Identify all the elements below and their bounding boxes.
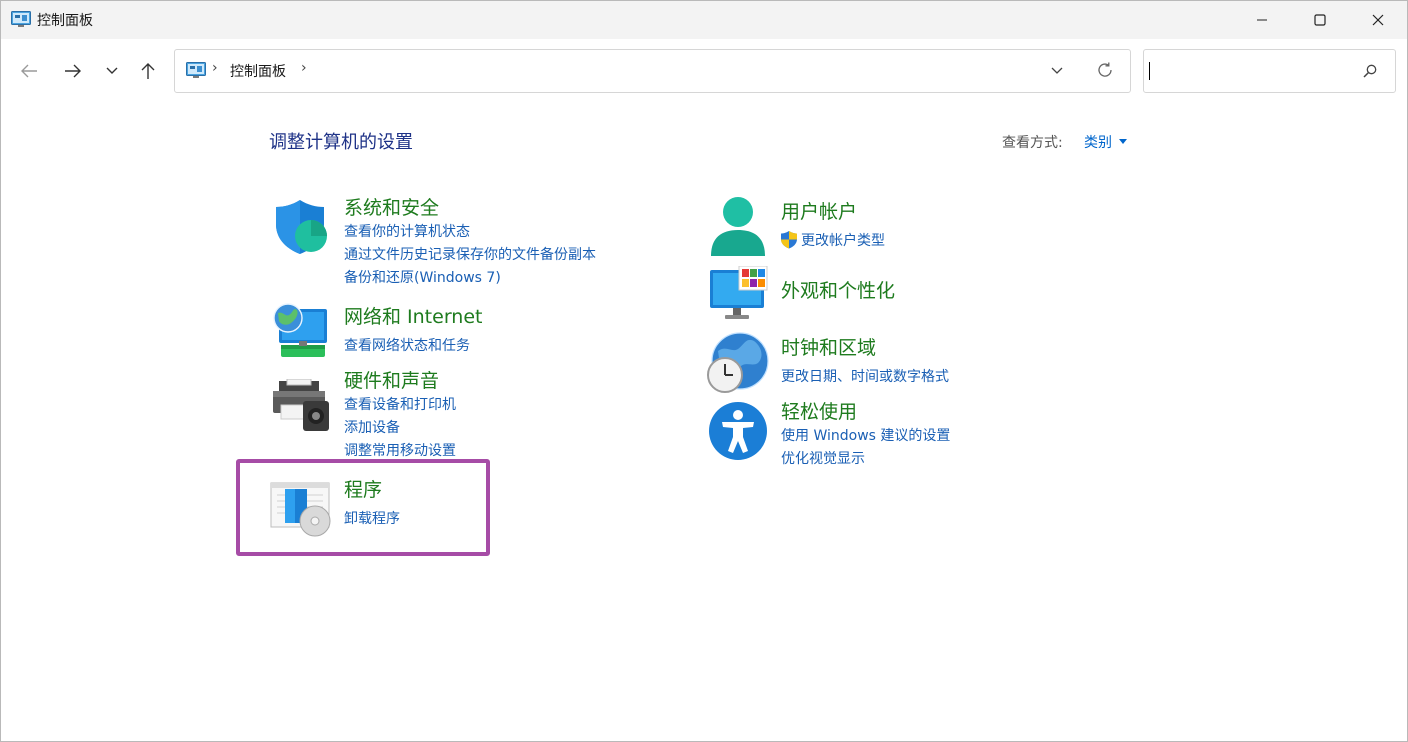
clock-globe-icon[interactable]: [706, 331, 770, 395]
view-by-label: 查看方式:: [1002, 135, 1063, 151]
link-network-status[interactable]: 查看网络状态和任务: [344, 335, 470, 355]
up-button[interactable]: [136, 59, 160, 83]
link-windows-recommended-settings[interactable]: 使用 Windows 建议的设置: [781, 425, 950, 445]
search-icon[interactable]: [1362, 63, 1378, 79]
minimize-button[interactable]: [1233, 1, 1291, 39]
link-devices-printers[interactable]: 查看设备和打印机: [344, 394, 456, 414]
link-mobility-settings[interactable]: 调整常用移动设置: [344, 440, 456, 460]
link-file-history-backup[interactable]: 通过文件历史记录保存你的文件备份副本: [344, 244, 596, 264]
maximize-icon: [1314, 14, 1326, 26]
link-add-device[interactable]: 添加设备: [344, 417, 400, 437]
view-by-caret-icon[interactable]: [1119, 139, 1127, 144]
breadcrumb-separator[interactable]: ›: [301, 60, 307, 76]
user-account-icon[interactable]: [709, 196, 767, 258]
category-user-accounts[interactable]: 用户帐户: [781, 197, 857, 224]
breadcrumb-separator[interactable]: ›: [212, 60, 218, 76]
category-system-security[interactable]: 系统和安全: [344, 193, 439, 220]
recent-locations-button[interactable]: [100, 59, 124, 83]
close-button[interactable]: [1349, 1, 1407, 39]
back-button[interactable]: [17, 59, 41, 83]
link-view-computer-status[interactable]: 查看你的计算机状态: [344, 221, 470, 241]
accessibility-icon[interactable]: [708, 401, 768, 461]
category-clock-region[interactable]: 时钟和区域: [781, 333, 876, 360]
link-change-date-time-format[interactable]: 更改日期、时间或数字格式: [781, 366, 949, 386]
printer-speaker-icon[interactable]: [273, 379, 331, 433]
control-panel-app-icon: [11, 11, 31, 27]
control-panel-window: 控制面板 › 控制面板 › 调整计算机的设置 查看方式: 类别 系统和安全 查看…: [0, 0, 1408, 742]
search-box[interactable]: [1143, 49, 1396, 93]
search-input[interactable]: [1150, 56, 1354, 86]
close-icon: [1372, 14, 1384, 26]
control-panel-icon: [186, 62, 206, 78]
title-bar: 控制面板: [1, 1, 1407, 39]
link-change-account-type[interactable]: 更改帐户类型: [801, 230, 885, 250]
forward-arrow-icon: [65, 64, 81, 78]
shield-icon[interactable]: [273, 198, 329, 256]
up-arrow-icon: [141, 63, 155, 79]
minimize-icon: [1257, 19, 1267, 21]
link-backup-restore[interactable]: 备份和还原(Windows 7): [344, 267, 501, 287]
network-globe-icon[interactable]: [271, 301, 329, 361]
category-hardware-sound[interactable]: 硬件和声音: [344, 366, 439, 393]
window-title: 控制面板: [37, 13, 93, 29]
category-network-internet[interactable]: 网络和 Internet: [344, 302, 482, 329]
navigation-bar: › 控制面板 ›: [1, 39, 1407, 103]
address-dropdown-icon[interactable]: [1049, 62, 1065, 78]
breadcrumb-control-panel[interactable]: 控制面板: [230, 61, 286, 81]
maximize-button[interactable]: [1291, 1, 1349, 39]
address-bar[interactable]: › 控制面板 ›: [174, 49, 1131, 93]
category-ease-of-access[interactable]: 轻松使用: [781, 397, 857, 424]
appearance-monitor-icon[interactable]: [709, 266, 769, 322]
highlight-annotation-box: [236, 459, 490, 556]
view-by-dropdown[interactable]: 类别: [1084, 132, 1112, 152]
forward-button[interactable]: [61, 59, 85, 83]
uac-shield-icon: [781, 231, 797, 249]
chevron-down-icon: [106, 67, 118, 74]
page-title: 调整计算机的设置: [269, 132, 413, 153]
category-appearance[interactable]: 外观和个性化: [781, 276, 895, 303]
refresh-icon[interactable]: [1096, 61, 1114, 79]
back-arrow-icon: [21, 64, 37, 78]
link-optimize-visual-display[interactable]: 优化视觉显示: [781, 448, 865, 468]
